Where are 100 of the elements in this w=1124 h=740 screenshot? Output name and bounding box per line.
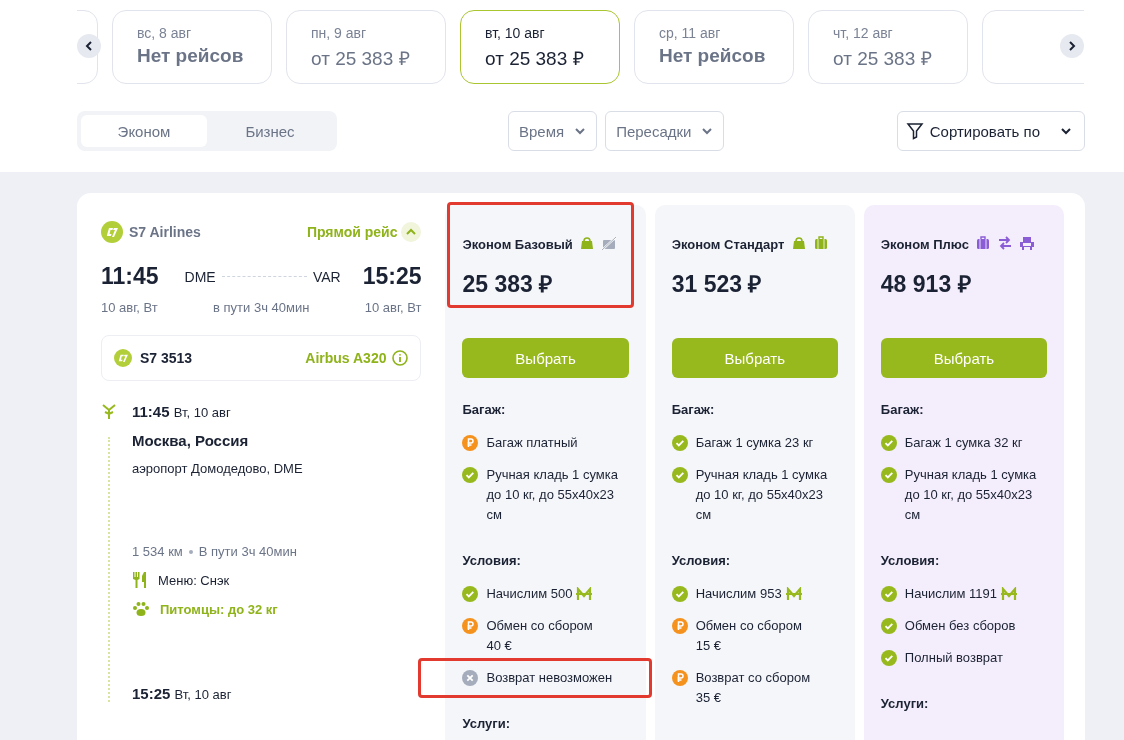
section-title: Условия: (462, 553, 522, 568)
miles-icon (1001, 587, 1018, 601)
date-price: Нет рейсов (137, 45, 245, 67)
check-icon (462, 467, 479, 483)
tariff-feature: Ручная кладь 1 сумка до 10 кг, до 55x40x23 см (486, 466, 619, 524)
chevron-down-icon (701, 125, 714, 137)
flight-number: S7 3513 (140, 350, 193, 366)
section-title: Условия: (671, 553, 732, 568)
tariff-feature: Начислим 500 (486, 585, 573, 603)
miles-icon (785, 587, 802, 601)
check-icon (671, 435, 688, 451)
date-label: ср, 11 авг (659, 25, 722, 41)
airline-logo-icon (101, 221, 123, 243)
tariff-feature: Обмен со сбором 40 € (486, 617, 593, 655)
date-card[interactable]: вт, 10 авг от 25 383 ₽ (460, 10, 620, 84)
departure-city: Москва, Россия (132, 432, 250, 449)
cross-icon (462, 670, 479, 686)
tariff-feature: Ручная кладь 1 сумка до 10 кг, до 55x40x23 см (904, 466, 1038, 524)
info-icon (392, 350, 409, 366)
collapse-button[interactable] (401, 222, 422, 242)
arrival-time: 15:25 (362, 263, 422, 290)
section-title: Услуги: (462, 716, 512, 731)
date-label: чт, 12 авг (833, 25, 894, 41)
chevron-right-icon (1066, 40, 1078, 52)
ruble-icon (671, 618, 688, 634)
flight-time: В пути 3ч 40мин (198, 544, 297, 559)
tariff-feature: Обмен без сборов (904, 617, 1016, 635)
paw-icon (132, 601, 150, 617)
check-icon (880, 618, 897, 634)
separator-dot-icon (188, 549, 193, 554)
section-title: Багаж: (880, 402, 925, 417)
section-title: Багаж: (462, 402, 507, 417)
ruble-icon (671, 670, 688, 686)
tariff-feature: Начислим 953 (695, 585, 782, 603)
cabin-tab[interactable]: Эконом (81, 115, 207, 147)
date-price: от 25 383 ₽ (311, 47, 411, 71)
departure-datetime: 11:45 Вт, 10 авг (132, 403, 232, 420)
tariff-name: Эконом Базовый (462, 237, 573, 252)
date-label: вс, 8 авг (137, 25, 193, 41)
date-price: от 25 383 ₽ (833, 47, 933, 71)
check-icon (880, 650, 897, 666)
section-title: Услуги: (880, 696, 930, 711)
tariff-feature: Возврат со сбором 35 € (695, 669, 811, 707)
airline-logo-icon (114, 349, 132, 367)
tariff-feature: Багаж 1 сумка 32 кг (904, 434, 1023, 452)
direct-flight-label: Прямой рейс (306, 224, 398, 240)
sort-dropdown[interactable]: Сортировать по (896, 111, 1085, 151)
filter-dropdown[interactable]: Время (508, 111, 598, 151)
tariff-price: 31 523 ₽ (671, 270, 763, 299)
tariff-name: Эконом Плюс (880, 237, 969, 252)
date-card[interactable]: вс, 8 авг Нет рейсов (112, 10, 272, 84)
tariff-feature: Багаж платный (486, 434, 578, 452)
section-title: Условия: (880, 553, 941, 568)
departure-date: 10 авг, Вт (101, 300, 158, 315)
meal-info: Меню: Снэк (158, 572, 230, 588)
chevron-down-icon (574, 125, 587, 137)
aircraft-link[interactable]: Airbus A320 (305, 350, 387, 366)
date-card[interactable]: ср, 11 авг Нет рейсов (634, 10, 794, 84)
airport-code: VAR (312, 268, 341, 285)
date-price: от 25 383 ₽ (485, 47, 585, 71)
departure-time: 11:45 (101, 263, 159, 290)
date-card[interactable]: пн, 9 авг от 25 383 ₽ (286, 10, 446, 84)
flight-duration: в пути 3ч 40мин (213, 300, 310, 315)
tariff-feature: Ручная кладь 1 сумка до 10 кг, до 55x40x23 см (695, 466, 829, 524)
date-card[interactable]: чт, 12 авг от 25 383 ₽ (808, 10, 968, 84)
date-label: вт, 10 авг (485, 25, 546, 41)
tariff-feature: Возврат невозможен (486, 669, 613, 687)
check-icon (880, 435, 897, 451)
chevron-left-icon (83, 40, 95, 52)
flight-distance: 1 534 км (132, 544, 183, 559)
chevron-down-icon (1060, 125, 1072, 137)
departure-icon (101, 403, 117, 419)
tariff-name: Эконом Стандарт (671, 237, 785, 252)
arrival-datetime: 15:25 Вт, 10 авг (132, 685, 233, 702)
airline-name: S7 Airlines (129, 224, 201, 240)
ruble-icon (462, 618, 479, 634)
date-price: Нет рейсов (659, 45, 767, 67)
arrival-date: 10 авг, Вт (364, 300, 422, 315)
airport-code: DME (184, 268, 216, 285)
tariff-price: 48 913 ₽ (880, 270, 972, 299)
tariff-feature: Полный возврат (904, 649, 1003, 667)
check-icon (671, 586, 688, 602)
filter-icon (905, 122, 924, 140)
departure-airport: аэропорт Домодедово, DME (132, 461, 303, 476)
tariff-feature: Обмен со сбором 15 € (695, 617, 802, 655)
cabin-tab[interactable]: Бизнес (207, 115, 333, 147)
filter-dropdown[interactable]: Пересадки (605, 111, 725, 151)
tariff-feature: Начислим 1191 (904, 585, 998, 603)
date-label: пн, 9 авг (311, 25, 368, 41)
fork-knife-icon (132, 571, 148, 589)
check-icon (671, 467, 688, 483)
pets-info: Питомцы: до 32 кг (160, 601, 278, 617)
check-icon (880, 586, 897, 602)
section-title: Багаж: (671, 402, 716, 417)
check-icon (880, 467, 897, 483)
check-icon (462, 586, 479, 602)
ruble-icon (462, 435, 479, 451)
miles-icon (576, 587, 593, 601)
tariff-feature: Багаж 1 сумка 23 кг (695, 434, 814, 452)
tariff-price: 25 383 ₽ (462, 270, 554, 299)
